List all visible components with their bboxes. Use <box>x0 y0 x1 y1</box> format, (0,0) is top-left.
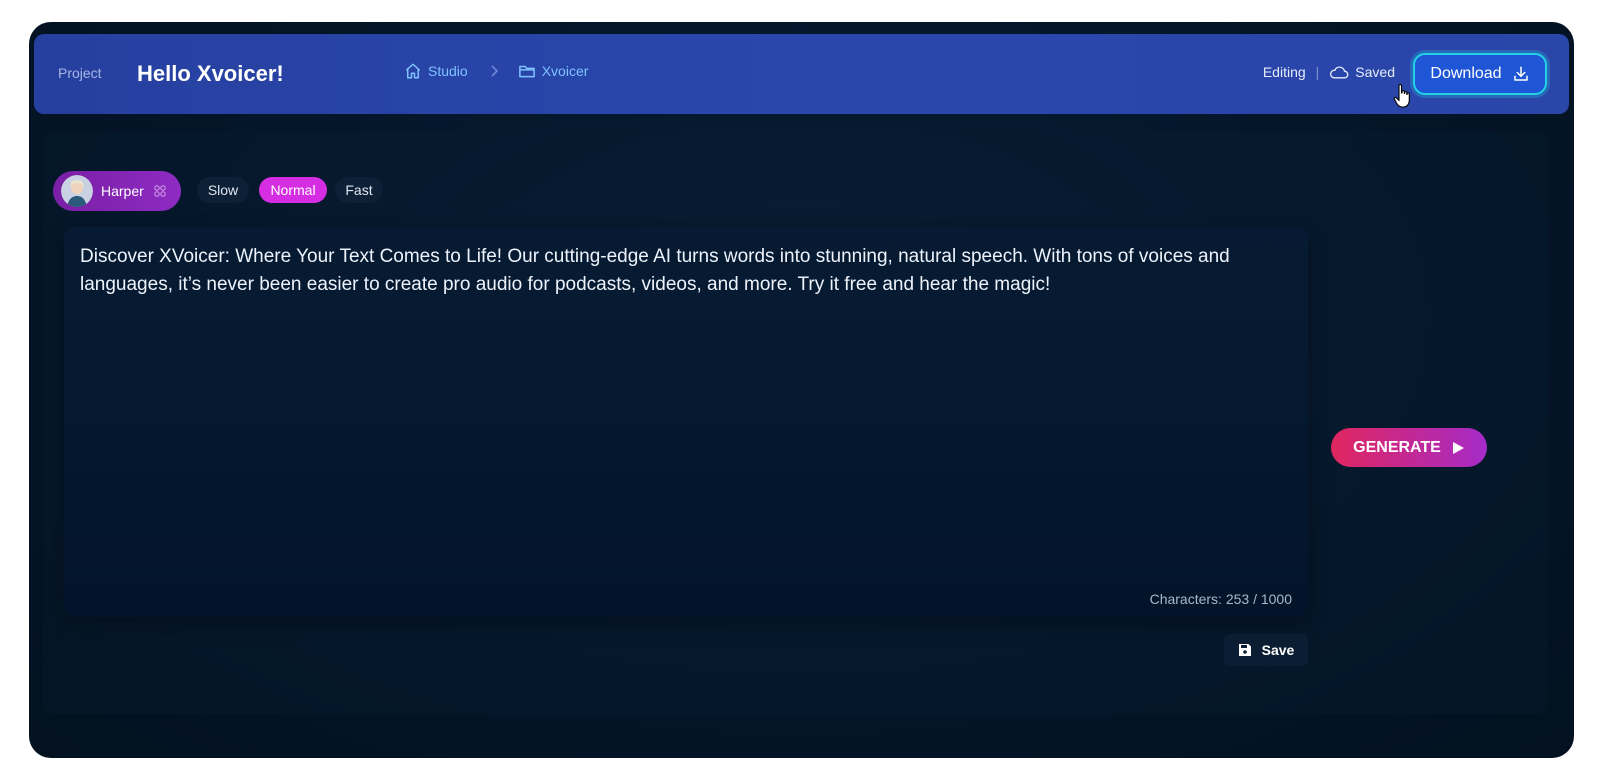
home-icon <box>405 63 421 79</box>
download-label: Download <box>1430 65 1502 82</box>
speed-fast-button[interactable]: Fast <box>335 177 383 203</box>
download-icon <box>1513 66 1528 81</box>
character-count: Characters: 253 / 1000 <box>1149 591 1292 607</box>
grid-icon <box>154 185 166 197</box>
generate-button[interactable]: GENERATE <box>1331 428 1487 467</box>
editing-status: Editing <box>1262 64 1306 80</box>
voice-name: Harper <box>101 183 144 199</box>
saved-status: Saved <box>1355 64 1395 80</box>
save-status: Editing | Saved <box>1263 64 1395 80</box>
editor-text[interactable]: Discover XVoicer: Where Your Text Comes … <box>80 243 1292 299</box>
cloud-icon <box>1330 66 1349 79</box>
folder-icon <box>518 65 535 78</box>
avatar <box>61 175 93 207</box>
top-header: Project Hello Xvoicer! Studio Xvoicer Ed… <box>34 34 1569 114</box>
project-label: Project <box>58 65 102 81</box>
chevron-right-icon <box>491 65 498 77</box>
floppy-disk-icon <box>1238 644 1251 656</box>
breadcrumb-studio-label: Studio <box>428 63 468 79</box>
status-divider: | <box>1315 64 1320 80</box>
save-label: Save <box>1261 642 1295 658</box>
hand-cursor-icon <box>1393 83 1410 108</box>
breadcrumb: Studio Xvoicer <box>404 62 588 80</box>
voice-selector[interactable]: Harper <box>53 171 181 211</box>
generate-label: GENERATE <box>1353 438 1441 456</box>
app-window: Project Hello Xvoicer! Studio Xvoicer Ed… <box>29 22 1574 758</box>
play-icon <box>1452 441 1464 454</box>
save-button[interactable]: Save <box>1224 634 1308 666</box>
breadcrumb-xvoicer-label: Xvoicer <box>541 63 589 79</box>
download-button[interactable]: Download <box>1413 53 1547 95</box>
breadcrumb-studio[interactable]: Studio <box>404 62 468 80</box>
speed-slow-button[interactable]: Slow <box>197 177 249 203</box>
project-title[interactable]: Hello Xvoicer! <box>137 61 284 87</box>
speed-normal-button[interactable]: Normal <box>259 177 327 203</box>
breadcrumb-xvoicer[interactable]: Xvoicer <box>518 62 589 80</box>
text-editor[interactable]: Discover XVoicer: Where Your Text Comes … <box>64 227 1308 617</box>
